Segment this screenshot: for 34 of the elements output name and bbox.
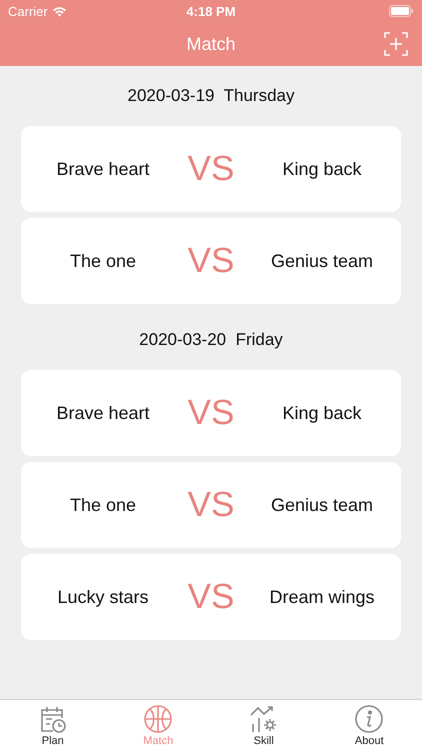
match-card[interactable]: The one VS Genius team (21, 462, 401, 548)
date-heading: 2020-03-20 Friday (139, 330, 283, 350)
team-name: Genius team (270, 250, 374, 272)
team-name: King back (282, 402, 362, 424)
date-heading: 2020-03-19 Thursday (128, 86, 294, 106)
carrier-label: Carrier (8, 4, 48, 18)
team-name: Brave heart (55, 402, 150, 424)
status-time: 4:18 PM (186, 4, 236, 19)
tab[interactable]: About (316, 700, 422, 750)
team-name: Dream wings (269, 586, 375, 608)
basketball-icon (143, 704, 174, 734)
match-card[interactable]: Brave heart VS King back (21, 126, 401, 212)
add-icon[interactable] (384, 32, 408, 56)
match-card[interactable]: Brave heart VS King back (21, 370, 401, 456)
match-card[interactable]: The one VS Genius team (21, 218, 401, 304)
wifi-icon (52, 6, 67, 16)
battery-icon (389, 5, 414, 17)
team-name: Brave heart (55, 158, 150, 180)
team-name: Lucky stars (56, 586, 149, 608)
nav-title: Match (186, 34, 236, 54)
team-name: The one (68, 250, 136, 272)
vs-label: VS (188, 577, 234, 617)
vs-label: VS (188, 241, 234, 281)
chart-gear-icon (248, 704, 279, 734)
info-icon (354, 704, 384, 734)
team-name: The one (68, 494, 136, 516)
tab[interactable]: Skill (211, 700, 316, 750)
vs-label: VS (188, 393, 234, 433)
team-name: King back (282, 158, 362, 180)
vs-label: VS (188, 149, 234, 189)
vs-label: VS (188, 485, 234, 525)
team-name: Genius team (270, 494, 374, 516)
match-card[interactable]: Lucky stars VS Dream wings (21, 554, 401, 640)
tab[interactable]: Plan (0, 700, 106, 750)
